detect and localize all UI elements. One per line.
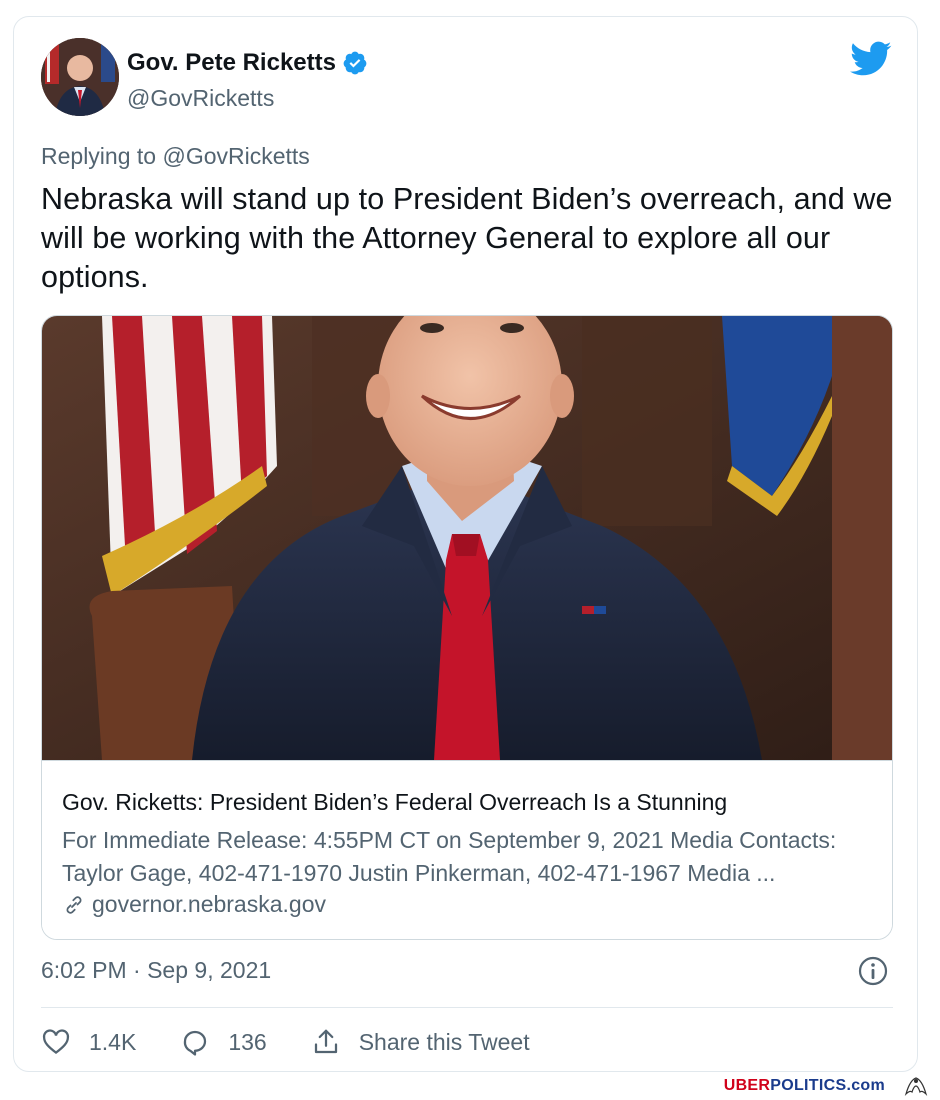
replying-to: Replying to @GovRicketts xyxy=(41,143,310,170)
link-card-details[interactable]: Gov. Ricketts: President Biden’s Federal… xyxy=(42,760,892,939)
divider xyxy=(41,1007,893,1008)
uberpolitics-watermark: UBERPOLITICS.com xyxy=(724,1077,885,1095)
link-card-title[interactable]: Gov. Ricketts: President Biden’s Federal… xyxy=(62,789,727,816)
watermark-domain: .com xyxy=(846,1077,885,1094)
share-button[interactable]: Share this Tweet xyxy=(311,1027,530,1057)
author-name-text[interactable]: Gov. Pete Ricketts xyxy=(127,49,336,77)
link-card-domain-text[interactable]: governor.nebraska.gov xyxy=(92,891,326,918)
reply-button[interactable]: 136 xyxy=(180,1027,267,1057)
like-button[interactable]: 1.4K xyxy=(41,1027,136,1057)
reply-bubble-icon xyxy=(184,1030,207,1056)
replying-handle-link[interactable]: @GovRicketts xyxy=(162,143,309,169)
info-icon[interactable] xyxy=(857,955,889,987)
watermark-politics: POLITICS xyxy=(770,1077,847,1094)
tweet-timestamp[interactable]: 6:02 PM · Sep 9, 2021 xyxy=(41,957,271,984)
like-count: 1.4K xyxy=(89,1028,137,1055)
author-handle[interactable]: @GovRicketts xyxy=(127,85,274,112)
tweet-text: Nebraska will stand up to President Bide… xyxy=(41,182,893,294)
link-card-photo[interactable] xyxy=(42,316,892,760)
author-avatar[interactable] xyxy=(41,38,119,116)
link-card-description: For Immediate Release: 4:55PM CT on Sept… xyxy=(62,827,837,886)
link-icon xyxy=(66,895,82,914)
share-icon xyxy=(314,1029,337,1054)
verified-badge-icon xyxy=(343,51,367,75)
link-card[interactable]: Gov. Ricketts: President Biden’s Federal… xyxy=(41,315,893,940)
heart-icon xyxy=(42,1029,70,1055)
replying-prefix: Replying to xyxy=(41,143,157,169)
eagle-logo-icon xyxy=(904,1077,928,1097)
link-card-domain[interactable]: governor.nebraska.gov xyxy=(62,891,326,918)
reply-count: 136 xyxy=(228,1028,267,1055)
author-name[interactable]: Gov. Pete Ricketts xyxy=(127,49,368,77)
tweet-actions: 1.4K 136 Share this Tweet xyxy=(41,1023,574,1061)
twitter-bird-icon[interactable] xyxy=(850,41,892,77)
share-label: Share this Tweet xyxy=(358,1028,530,1055)
tweet-card: Gov. Pete Ricketts @GovRicketts Replying… xyxy=(13,16,918,1072)
watermark-uber: UBER xyxy=(723,1077,771,1094)
